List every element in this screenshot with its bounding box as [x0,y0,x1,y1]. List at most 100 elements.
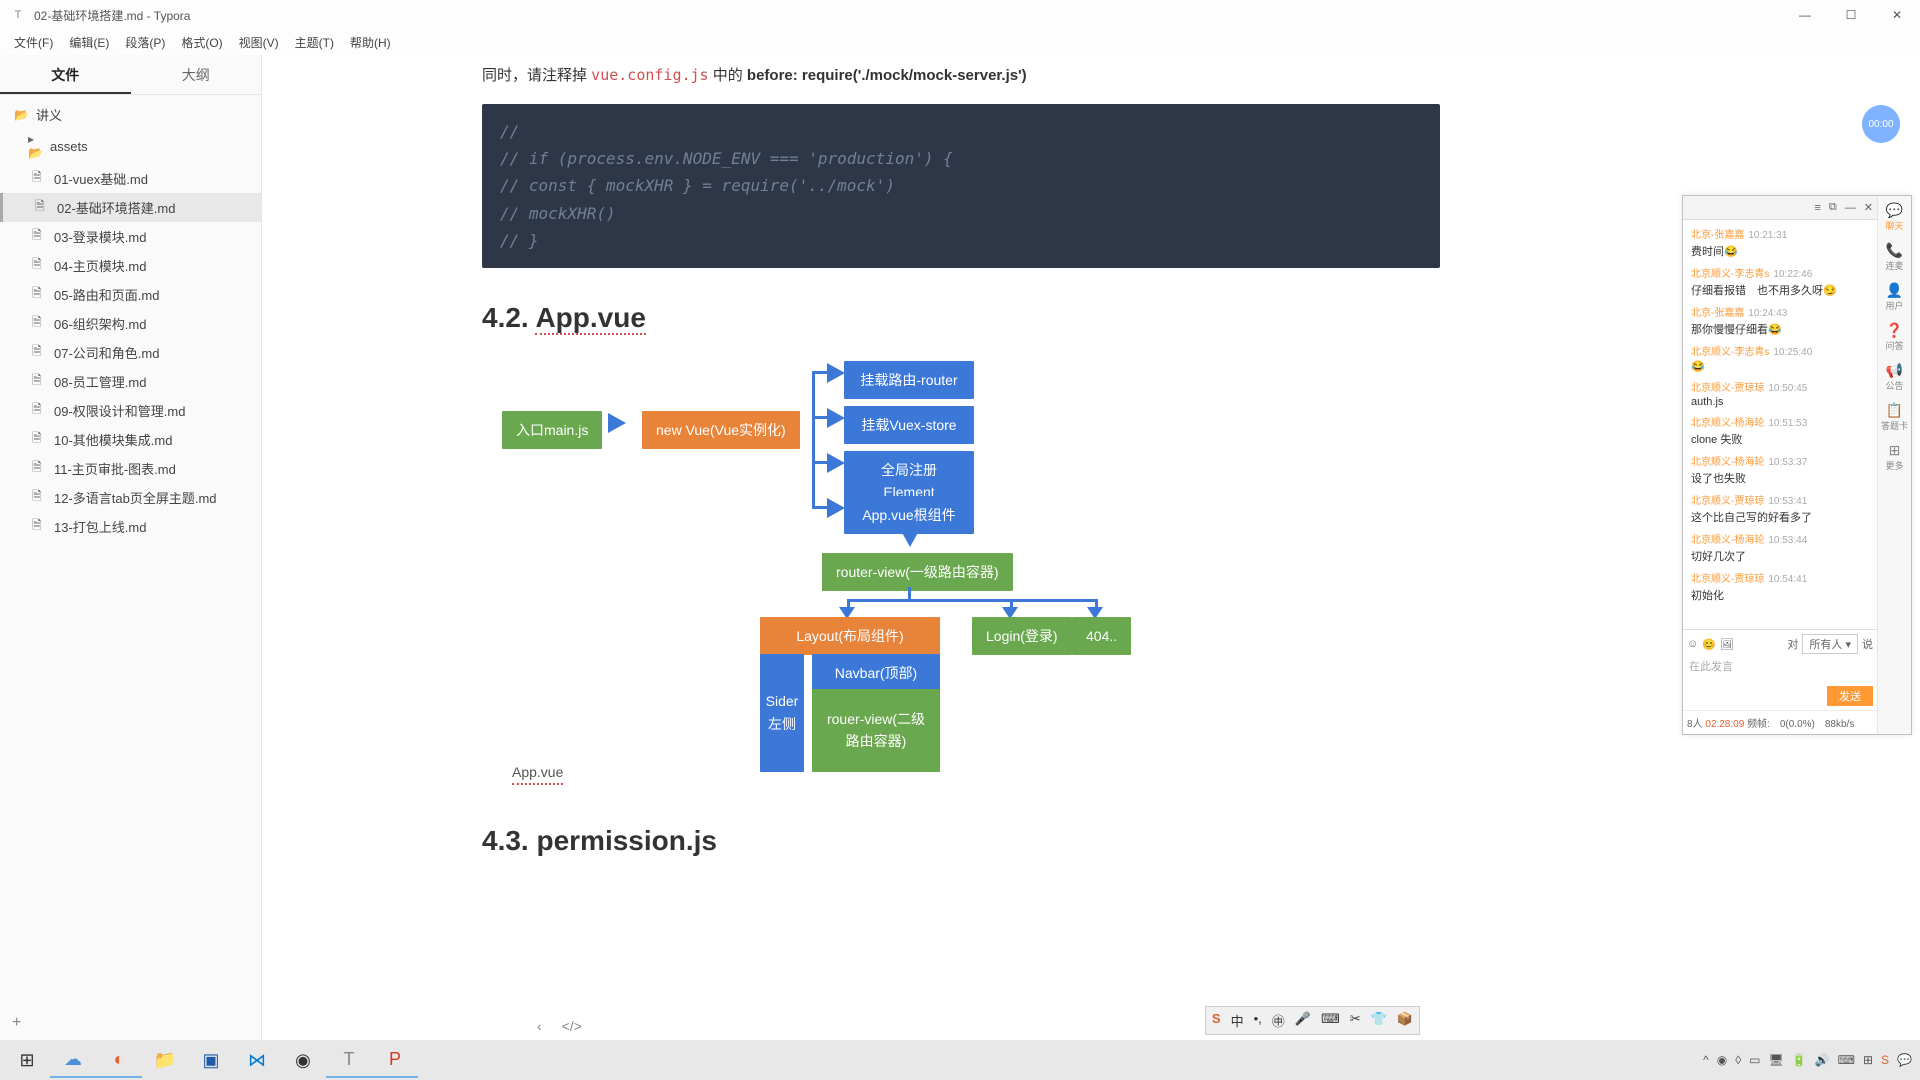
file-icon: 🗎 [32,429,48,450]
tray-icon[interactable]: S [1881,1053,1889,1067]
emoji-icon[interactable]: ☺ [1687,638,1698,650]
chat-tab[interactable]: 💬聊天 [1885,202,1903,232]
task-powershell[interactable]: ▣ [188,1042,234,1078]
chat-side-tabs: 💬聊天 📞连麦 👤用户 ❓问答 📢公告 📋答题卡 ⊞更多 [1877,196,1911,734]
chat-to-select[interactable]: 所有人 ▾ [1802,634,1858,654]
file-icon: 🗎 [32,255,48,276]
tray-up-icon[interactable]: ^ [1703,1053,1709,1067]
tree-file[interactable]: 🗎03-登录模块.md [0,222,261,251]
back-button[interactable]: ‹ [537,1018,542,1034]
tree-file[interactable]: 🗎11-主页审批-图表.md [0,454,261,483]
tree-file[interactable]: 🗎12-多语言tab页全屏主题.md [0,483,261,512]
tree-file[interactable]: 🗎13-打包上线.md [0,512,261,541]
tab-files[interactable]: 文件 [0,55,131,94]
menu-file[interactable]: 文件(F) [6,32,61,53]
menu-format[interactable]: 格式(O) [173,32,230,53]
maximize-button[interactable]: ☐ [1828,0,1874,30]
ime-toolbar[interactable]: S 中 •, ㊥ 🎤 ⌨ ✂ 👕 📦 [1205,1006,1420,1035]
tray-notif-icon[interactable]: 💬 [1897,1053,1912,1067]
chat-tab[interactable]: 👤用户 [1885,282,1903,312]
chat-tab[interactable]: ❓问答 [1885,322,1903,352]
file-icon: 🗎 [32,226,48,247]
tree-file[interactable]: 🗎02-基础环境搭建.md [0,193,261,222]
task-typora[interactable]: T [326,1042,372,1078]
tree-file[interactable]: 🗎10-其他模块集成.md [0,425,261,454]
menu-theme[interactable]: 主题(T) [287,32,342,53]
ime-btn[interactable]: •, [1250,1009,1266,1032]
intro-text: 同时，请注释掉 vue.config.js 中的 before: require… [482,63,1440,88]
ime-btn[interactable]: 中 [1227,1009,1248,1032]
emoji2-icon[interactable]: 😊 [1702,638,1716,651]
task-explorer[interactable]: 📁 [142,1042,188,1078]
tree-file[interactable]: 🗎07-公司和角色.md [0,338,261,367]
chat-close-icon[interactable]: ✕ [1864,201,1873,214]
task-powerpoint[interactable]: P [372,1042,418,1078]
task-app2[interactable]: ◐ [96,1042,142,1078]
tray-keyboard-icon[interactable]: ⌨ [1838,1053,1855,1067]
ime-btn[interactable]: 🎤 [1291,1009,1315,1032]
chat-tab[interactable]: ⊞更多 [1885,442,1903,472]
node-routerview: router-view(一级路由容器) [822,553,1013,591]
node-navbar: Navbar(顶部) [812,654,940,692]
code-mode-button[interactable]: </> [562,1018,582,1034]
menu-view[interactable]: 视图(V) [231,32,287,53]
chat-min-icon[interactable]: — [1845,202,1856,214]
tree-file[interactable]: 🗎06-组织架构.md [0,309,261,338]
task-app1[interactable]: ☁ [50,1042,96,1078]
chat-tab[interactable]: 📞连麦 [1885,242,1903,272]
tray-icon[interactable]: 🖥 [1769,1053,1784,1067]
task-chrome[interactable]: ◉ [280,1042,326,1078]
tray-battery-icon[interactable]: 🔋 [1792,1053,1807,1067]
tray-icon[interactable]: ⊞ [1863,1053,1873,1067]
tree-file[interactable]: 🗎08-员工管理.md [0,367,261,396]
ime-logo-icon[interactable]: S [1208,1009,1225,1032]
chat-message: 北京-张嘉嘉10:21:31费时间😂 [1691,226,1869,259]
tree-folder-assets[interactable]: ▸ 📂assets [0,128,261,164]
menu-edit[interactable]: 编辑(E) [61,32,117,53]
chat-tab[interactable]: 📢公告 [1885,362,1903,392]
ime-btn[interactable]: ⌨ [1317,1009,1344,1032]
minimize-button[interactable]: — [1782,0,1828,30]
timer-badge[interactable]: 00:00 [1862,105,1900,143]
chat-messages[interactable]: 北京-张嘉嘉10:21:31费时间😂北京顺义-李志青s10:22:46仔细看报错… [1683,220,1877,629]
chat-menu-icon[interactable]: ≡ [1815,202,1821,214]
tree-file[interactable]: 🗎09-权限设计和管理.md [0,396,261,425]
ime-btn[interactable]: 👕 [1367,1009,1391,1032]
arrow-icon [827,363,845,383]
chat-send-button[interactable]: 发送 [1827,686,1873,706]
tray-icon[interactable]: ▭ [1749,1053,1760,1067]
titlebar: T 02-基础环境搭建.md - Typora — ☐ ✕ [0,0,1920,30]
close-button[interactable]: ✕ [1874,0,1920,30]
tree-folder-root[interactable]: 📂讲义 [0,101,261,128]
tab-outline[interactable]: 大纲 [131,55,262,94]
code-block[interactable]: // // if (process.env.NODE_ENV === 'prod… [482,104,1440,268]
start-button[interactable]: ⊞ [4,1042,50,1078]
chat-input[interactable]: 在此发言 [1687,656,1873,686]
editor-content: 00:00 同时，请注释掉 vue.config.js 中的 before: r… [262,55,1920,1040]
file-icon: 🗎 [32,516,48,537]
tray-icon[interactable]: ◉ [1717,1053,1727,1067]
ime-btn[interactable]: 📦 [1393,1009,1417,1032]
chat-tab[interactable]: 📋答题卡 [1881,402,1908,432]
tray-icon[interactable]: ◊ [1735,1053,1741,1067]
tree-file[interactable]: 🗎04-主页模块.md [0,251,261,280]
chat-message: 北京顺义-杨海轮10:53:44切好几次了 [1691,531,1869,564]
tree-file[interactable]: 🗎05-路由和页面.md [0,280,261,309]
arrow-icon [827,498,845,518]
chat-message: 北京顺义-杨海轮10:51:53clone 失败 [1691,414,1869,447]
add-file-button[interactable]: + [0,1006,261,1040]
menu-paragraph[interactable]: 段落(P) [117,32,173,53]
chat-pop-icon[interactable]: ⧉ [1829,201,1837,214]
tray-volume-icon[interactable]: 🔊 [1815,1053,1830,1067]
chevron-right-icon: ▸ 📂 [28,132,44,160]
tree-label: 讲义 [36,105,62,124]
chat-message: 北京顺义-杨海轮10:53:37设了也失败 [1691,453,1869,486]
app-icon: T [10,7,26,23]
ime-btn[interactable]: ㊥ [1268,1009,1289,1032]
ime-btn[interactable]: ✂ [1346,1009,1365,1032]
tree-file[interactable]: 🗎01-vuex基础.md [0,164,261,193]
arrow-icon [827,408,845,428]
task-vscode[interactable]: ⋈ [234,1042,280,1078]
image-icon[interactable]: 🖼 [1720,638,1734,651]
menu-help[interactable]: 帮助(H) [342,32,399,53]
